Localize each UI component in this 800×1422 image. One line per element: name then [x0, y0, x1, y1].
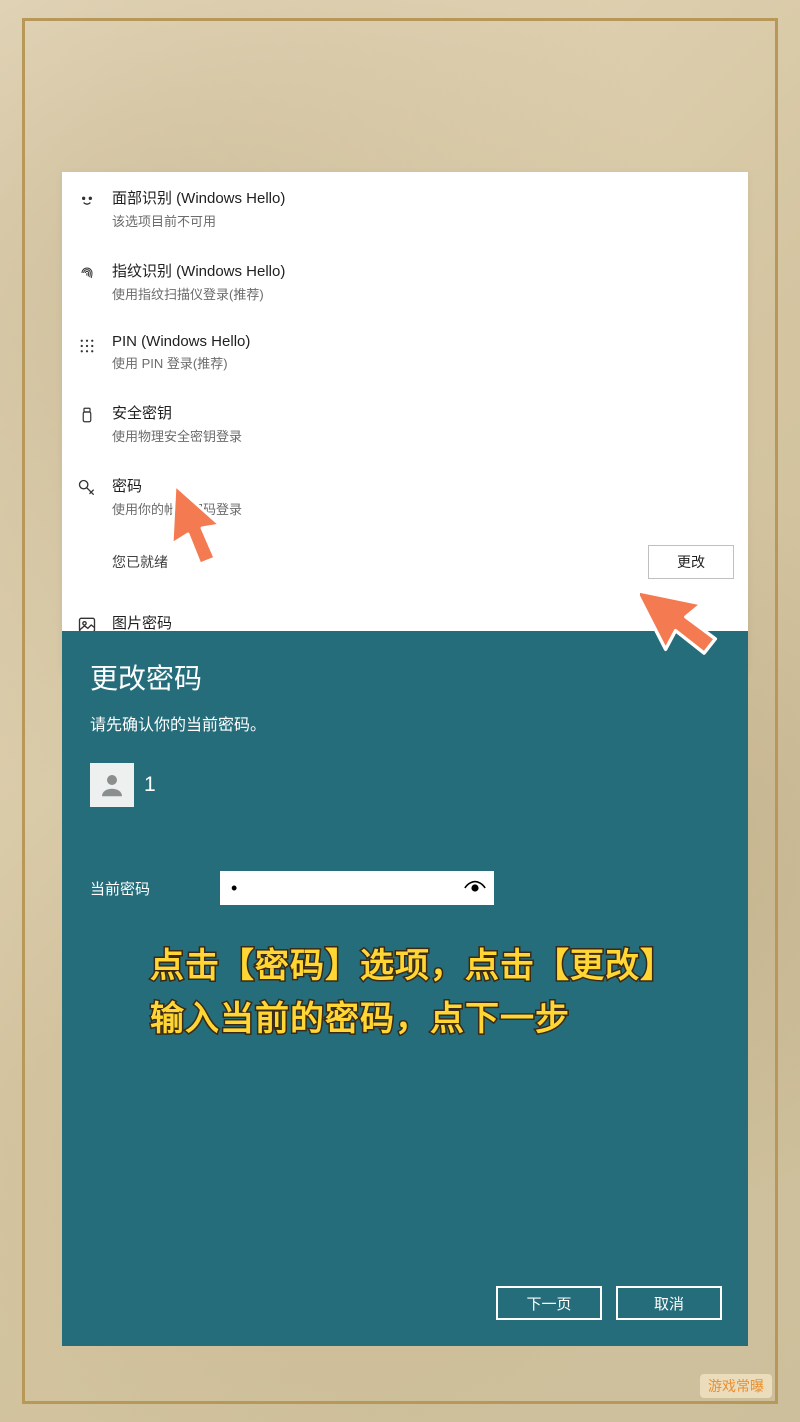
option-title: 指纹识别 (Windows Hello) — [112, 260, 734, 281]
face-icon — [76, 189, 98, 211]
change-button[interactable]: 更改 — [648, 545, 734, 579]
option-security-key[interactable]: 安全密钥 使用物理安全密钥登录 — [62, 387, 748, 460]
option-password[interactable]: 密码 使用你的帐户密码登录 — [62, 460, 748, 533]
option-pin[interactable]: PIN (Windows Hello) 使用 PIN 登录(推荐) — [62, 318, 748, 387]
option-sub: 使用 PIN 登录(推荐) — [112, 353, 734, 372]
instruction-annotation: 点击【密码】选项，点击【更改】 输入当前的密码，点下一步 — [150, 940, 675, 1045]
username: 1 — [144, 773, 156, 797]
fingerprint-icon — [76, 262, 98, 284]
dialog-subtitle: 请先确认你的当前密码。 — [90, 711, 720, 735]
ready-text: 您已就绪 — [112, 552, 648, 572]
annotation-line2: 输入当前的密码，点下一步 — [150, 993, 675, 1046]
user-row: 1 — [90, 763, 720, 807]
current-password-input[interactable] — [220, 871, 494, 905]
option-title: 安全密钥 — [112, 402, 734, 423]
next-button[interactable]: 下一页 — [496, 1286, 602, 1320]
option-sub: 使用物理安全密钥登录 — [112, 426, 734, 445]
current-password-row: 当前密码 — [90, 871, 720, 905]
key-icon — [76, 477, 98, 499]
option-title: PIN (Windows Hello) — [112, 333, 734, 350]
password-expanded: 您已就绪 更改 — [62, 533, 748, 597]
cancel-button[interactable]: 取消 — [616, 1286, 722, 1320]
option-sub: 该选项目前不可用 — [112, 211, 734, 230]
avatar — [90, 763, 134, 807]
keypad-icon — [76, 335, 98, 357]
signin-options-panel: 面部识别 (Windows Hello) 该选项目前不可用 指纹识别 (Wind… — [62, 172, 748, 670]
option-sub: 使用你的帐户密码登录 — [112, 499, 734, 518]
annotation-line1: 点击【密码】选项，点击【更改】 — [150, 940, 675, 993]
option-title: 密码 — [112, 475, 734, 496]
option-title: 图片密码 — [112, 612, 734, 633]
dialog-actions: 下一页 取消 — [496, 1286, 722, 1320]
watermark: 游戏常曝 — [700, 1374, 772, 1398]
field-label: 当前密码 — [90, 878, 220, 899]
option-sub: 使用指纹扫描仪登录(推荐) — [112, 284, 734, 303]
reveal-password-icon[interactable] — [458, 873, 492, 903]
option-fingerprint[interactable]: 指纹识别 (Windows Hello) 使用指纹扫描仪登录(推荐) — [62, 245, 748, 318]
option-face[interactable]: 面部识别 (Windows Hello) 该选项目前不可用 — [62, 172, 748, 245]
dialog-title: 更改密码 — [90, 657, 720, 697]
option-title: 面部识别 (Windows Hello) — [112, 187, 734, 208]
usb-key-icon — [76, 404, 98, 426]
